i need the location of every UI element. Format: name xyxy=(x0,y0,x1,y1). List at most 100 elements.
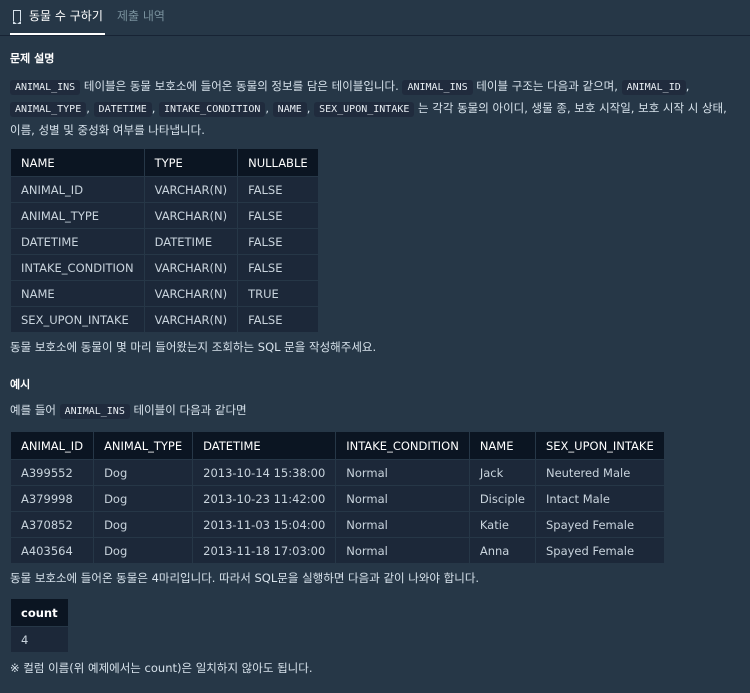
table-row: ANIMAL_ID VARCHAR(N) FALSE xyxy=(10,176,319,203)
tab-problem-label: 동물 수 구하기 xyxy=(29,9,103,23)
table-cell: INTAKE_CONDITION xyxy=(10,254,145,281)
table-cell: 2013-10-23 11:42:00 xyxy=(192,485,337,512)
table-row: A399552 Dog 2013-10-14 15:38:00 Normal Jack N… xyxy=(9,459,665,486)
table-header-cell: SEX_UPON_INTAKE xyxy=(534,431,665,460)
result-text: 동물 보호소에 들어온 동물은 4마리입니다. 따라서 SQL문을 실행하면 다… xyxy=(10,571,480,585)
code-animal-ins-2: ANIMAL_INS xyxy=(402,80,473,95)
table-cell: 2013-11-18 17:03:00 xyxy=(192,537,337,564)
table-cell: FALSE xyxy=(237,176,319,203)
table-header-cell: INTAKE_CONDITION xyxy=(335,431,470,460)
result-table: count 4 xyxy=(10,598,69,653)
separator: , xyxy=(306,101,315,115)
table-cell: VARCHAR(N) xyxy=(143,306,239,333)
table-cell: DATETIME xyxy=(10,228,145,255)
table-row: DATETIME DATETIME FALSE xyxy=(10,228,319,255)
table-header-cell: NAME xyxy=(468,431,536,460)
tab-submissions[interactable]: 제출 내역 xyxy=(117,0,165,33)
table-cell: 2013-10-14 15:38:00 xyxy=(192,459,337,486)
code-animal-ins: ANIMAL_INS xyxy=(10,80,81,95)
table-header-cell: ANIMAL_ID xyxy=(9,431,95,460)
table-cell: Dog xyxy=(93,511,194,538)
table-cell: Neutered Male xyxy=(534,459,665,486)
description-text: 테이블 구조는 다음과 같으며, xyxy=(472,79,622,93)
code-datetime: DATETIME xyxy=(93,102,152,117)
table-row: ANIMAL_TYPE VARCHAR(N) FALSE xyxy=(10,202,319,229)
table-header-cell: count xyxy=(10,598,69,627)
description-heading: 문제 설명 xyxy=(10,52,55,65)
table-cell: ANIMAL_ID xyxy=(10,176,145,203)
tab-bar: 동물 수 구하기 제출 내역 xyxy=(0,0,750,36)
table-header-cell: NAME xyxy=(10,148,145,177)
tab-problem[interactable]: 동물 수 구하기 xyxy=(10,0,105,35)
separator: , xyxy=(685,79,690,93)
example-intro-text: 테이블이 다음과 같다면 xyxy=(129,403,247,417)
table-cell: VARCHAR(N) xyxy=(143,280,239,307)
table-row: A370852 Dog 2013-11-03 15:04:00 Normal Katie… xyxy=(9,511,665,538)
example-intro: 예를 들어 ANIMAL_INS 테이블이 다음과 같다면 xyxy=(10,400,247,422)
table-cell: Dog xyxy=(93,459,194,486)
table-cell: VARCHAR(N) xyxy=(143,254,239,281)
table-cell: 2013-11-03 15:04:00 xyxy=(192,511,337,538)
table-cell: SEX_UPON_INTAKE xyxy=(10,306,145,333)
table-row: INTAKE_CONDITION VARCHAR(N) FALSE xyxy=(10,254,319,281)
table-header-cell: NULLABLE xyxy=(237,148,319,177)
table-cell: Normal xyxy=(335,511,470,538)
separator: , xyxy=(151,101,160,115)
table-cell: Jack xyxy=(468,459,536,486)
table-row: SEX_UPON_INTAKE VARCHAR(N) FALSE xyxy=(10,306,319,333)
table-row: A379998 Dog 2013-10-23 11:42:00 Normal Disci… xyxy=(9,485,665,512)
table-cell: FALSE xyxy=(237,306,319,333)
table-cell: Disciple xyxy=(468,485,536,512)
table-cell: VARCHAR(N) xyxy=(143,176,239,203)
table-cell: DATETIME xyxy=(143,228,239,255)
table-cell: Anna xyxy=(468,537,536,564)
table-header-cell: DATETIME xyxy=(192,431,337,460)
code-intake-condition: INTAKE_CONDITION xyxy=(159,102,266,117)
code-animal-ins-example: ANIMAL_INS xyxy=(59,404,130,419)
table-cell: Spayed Female xyxy=(534,511,665,538)
code-animal-id: ANIMAL_ID xyxy=(621,80,686,95)
table-cell: Normal xyxy=(335,537,470,564)
code-animal-type: ANIMAL_TYPE xyxy=(10,102,87,117)
table-cell: FALSE xyxy=(237,254,319,281)
tab-submissions-label: 제출 내역 xyxy=(117,9,165,23)
table-header-cell: ANIMAL_TYPE xyxy=(93,431,194,460)
schema-table: NAME TYPE NULLABLE ANIMAL_ID VARCHAR(N) FALS… xyxy=(10,148,319,333)
table-cell: Normal xyxy=(335,459,470,486)
table-cell: 4 xyxy=(10,626,69,653)
table-cell: Dog xyxy=(93,537,194,564)
table-header-row: NAME TYPE NULLABLE xyxy=(10,148,319,177)
table-cell: TRUE xyxy=(237,280,319,307)
description-text: 테이블은 동물 보호소에 들어온 동물의 정보를 담은 테이블입니다. xyxy=(80,79,403,93)
table-header-row: count xyxy=(10,598,69,627)
table-cell: ANIMAL_TYPE xyxy=(10,202,145,229)
table-row: NAME VARCHAR(N) TRUE xyxy=(10,280,319,307)
example-table: ANIMAL_ID ANIMAL_TYPE DATETIME INTAKE_CONDI… xyxy=(9,431,665,564)
separator: , xyxy=(86,101,94,115)
table-row: A403564 Dog 2013-11-18 17:03:00 Normal Anna S… xyxy=(9,537,665,564)
table-cell: NAME xyxy=(10,280,145,307)
example-intro-text: 예를 들어 xyxy=(10,403,60,417)
table-header-row: ANIMAL_ID ANIMAL_TYPE DATETIME INTAKE_CONDI… xyxy=(9,431,665,460)
separator: , xyxy=(265,101,273,115)
table-cell: A399552 xyxy=(9,459,95,486)
table-cell: VARCHAR(N) xyxy=(143,202,239,229)
table-header-cell: TYPE xyxy=(143,148,239,177)
description-paragraph: ANIMAL_INS 테이블은 동물 보호소에 들어온 동물의 정보를 담은 테… xyxy=(10,76,735,141)
table-cell: FALSE xyxy=(237,202,319,229)
table-cell: Spayed Female xyxy=(534,537,665,564)
example-heading: 예시 xyxy=(10,378,31,391)
table-cell: Katie xyxy=(468,511,536,538)
code-sex-upon-intake: SEX_UPON_INTAKE xyxy=(314,102,415,117)
code-name: NAME xyxy=(272,102,307,117)
bookmark-icon[interactable] xyxy=(12,10,21,24)
task-text: 동물 보호소에 동물이 몇 마리 들어왔는지 조회하는 SQL 문을 작성해주세… xyxy=(10,340,377,354)
table-cell: Dog xyxy=(93,485,194,512)
table-cell: FALSE xyxy=(237,228,319,255)
table-cell: A370852 xyxy=(9,511,95,538)
table-cell: Intact Male xyxy=(534,485,665,512)
note-text: ※ 컬럼 이름(위 예제에서는 count)은 일치하지 않아도 됩니다. xyxy=(10,661,313,675)
table-cell: A379998 xyxy=(9,485,95,512)
table-cell: Normal xyxy=(335,485,470,512)
table-row: 4 xyxy=(10,626,69,653)
